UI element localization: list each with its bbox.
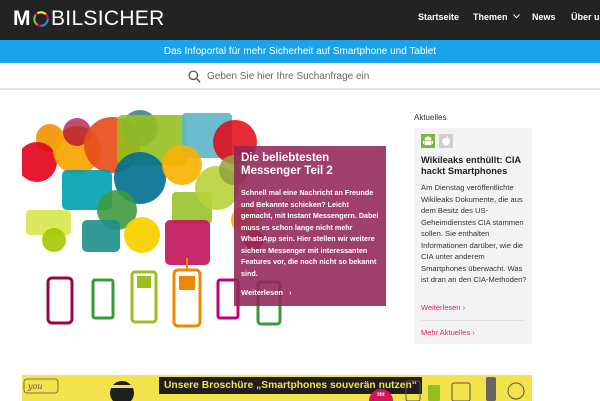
promo-illustration: you (23, 378, 134, 401)
chevron-right-icon: › (472, 328, 475, 337)
search-icon[interactable] (188, 70, 201, 83)
brochure-promo-banner[interactable]: you Unsere Broschüre „Smartphones souver… (22, 375, 532, 401)
sidebar-heading: Aktuelles (414, 113, 447, 122)
chevron-right-icon: › (462, 303, 466, 312)
hero-text: Schnell mal eine Nachricht an Freunde un… (241, 188, 379, 278)
news-readmore-link[interactable]: Weiterlesen › (421, 303, 465, 312)
hero-readmore-label: Weiterlesen (241, 288, 283, 297)
search-bar (0, 63, 600, 89)
hero-readmore-link[interactable]: Weiterlesen › (241, 288, 291, 297)
nav-themen-label: Themen (473, 12, 508, 22)
nav-news[interactable]: News (532, 12, 556, 22)
chevron-right-icon: › (288, 288, 292, 297)
site-logo[interactable]: M BILSICHER (13, 7, 165, 31)
hero-title[interactable]: Die beliebtesten Messenger Teil 2 (241, 152, 379, 178)
search-input[interactable] (207, 67, 537, 85)
android-icon (421, 134, 435, 148)
news-card: Wikileaks enthüllt: CIA hackt Smartphone… (414, 128, 532, 344)
nav-ueber-uns[interactable]: Über u (571, 12, 600, 22)
logo-ring-icon (33, 11, 49, 27)
chevron-down-icon (512, 14, 520, 19)
nav-startseite[interactable]: Startseite (418, 12, 459, 22)
more-news-link[interactable]: Mehr Aktuelles › (421, 328, 475, 337)
news-title[interactable]: Wikileaks enthüllt: CIA hackt Smartphone… (421, 155, 529, 177)
top-navigation: M BILSICHER Startseite Themen News Über … (0, 0, 600, 40)
svg-text:you: you (27, 382, 43, 391)
search-divider (0, 89, 600, 90)
apple-icon (439, 134, 453, 148)
news-divider (421, 320, 525, 321)
nav-themen[interactable]: Themen (473, 12, 520, 22)
news-text: Am Dienstag veröffentlichte Wikileaks Do… (421, 183, 527, 284)
tagline-text: Das Infoportal für mehr Sicherheit auf S… (163, 46, 437, 57)
news-readmore-label: Weiterlesen (421, 303, 461, 312)
tagline-banner: Das Infoportal für mehr Sicherheit auf S… (0, 40, 600, 63)
logo-text: BILSICHER (51, 7, 165, 30)
promo-devices-illustration (405, 377, 525, 401)
hero-teaser-card[interactable]: Die beliebtesten Messenger Teil 2 Schnel… (234, 146, 386, 306)
more-news-label: Mehr Aktuelles (421, 328, 471, 337)
logo-letter: M (13, 7, 31, 30)
